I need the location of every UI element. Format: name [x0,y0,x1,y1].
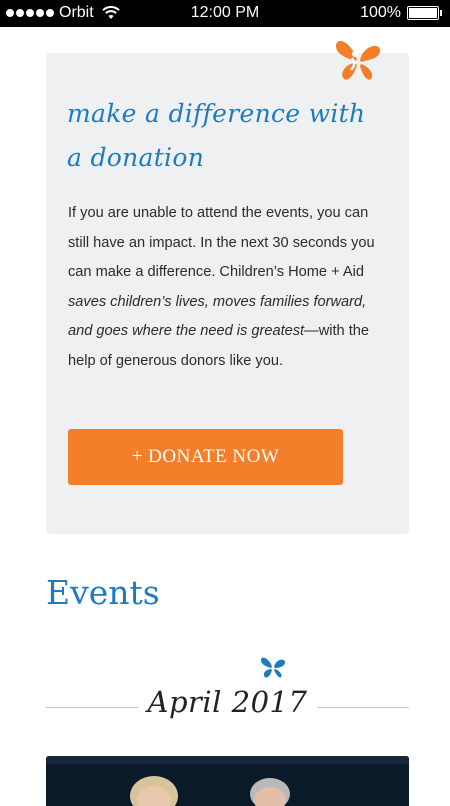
donation-description: If you are unable to attend the events, … [68,199,393,376]
donation-heading: make a difference with a donation [67,99,366,172]
month-label: April 2017 [147,685,308,719]
status-bar: Orbit 12:00 PM 100% [0,0,450,27]
butterfly-icon [260,657,286,678]
battery-icon [407,6,439,20]
battery-percent: 100% [360,4,401,21]
event-photo[interactable] [46,756,409,806]
butterfly-icon [335,40,381,80]
battery-tip [440,10,442,16]
event-photo-image [46,756,409,806]
description-text: If you are unable to attend the events, … [68,205,375,280]
month-divider: April 2017 [46,685,409,729]
events-title: Events [46,573,160,612]
donate-now-button[interactable]: + DONATE NOW [68,429,343,485]
divider-line-right [317,707,409,708]
status-right: 100% [360,4,442,22]
